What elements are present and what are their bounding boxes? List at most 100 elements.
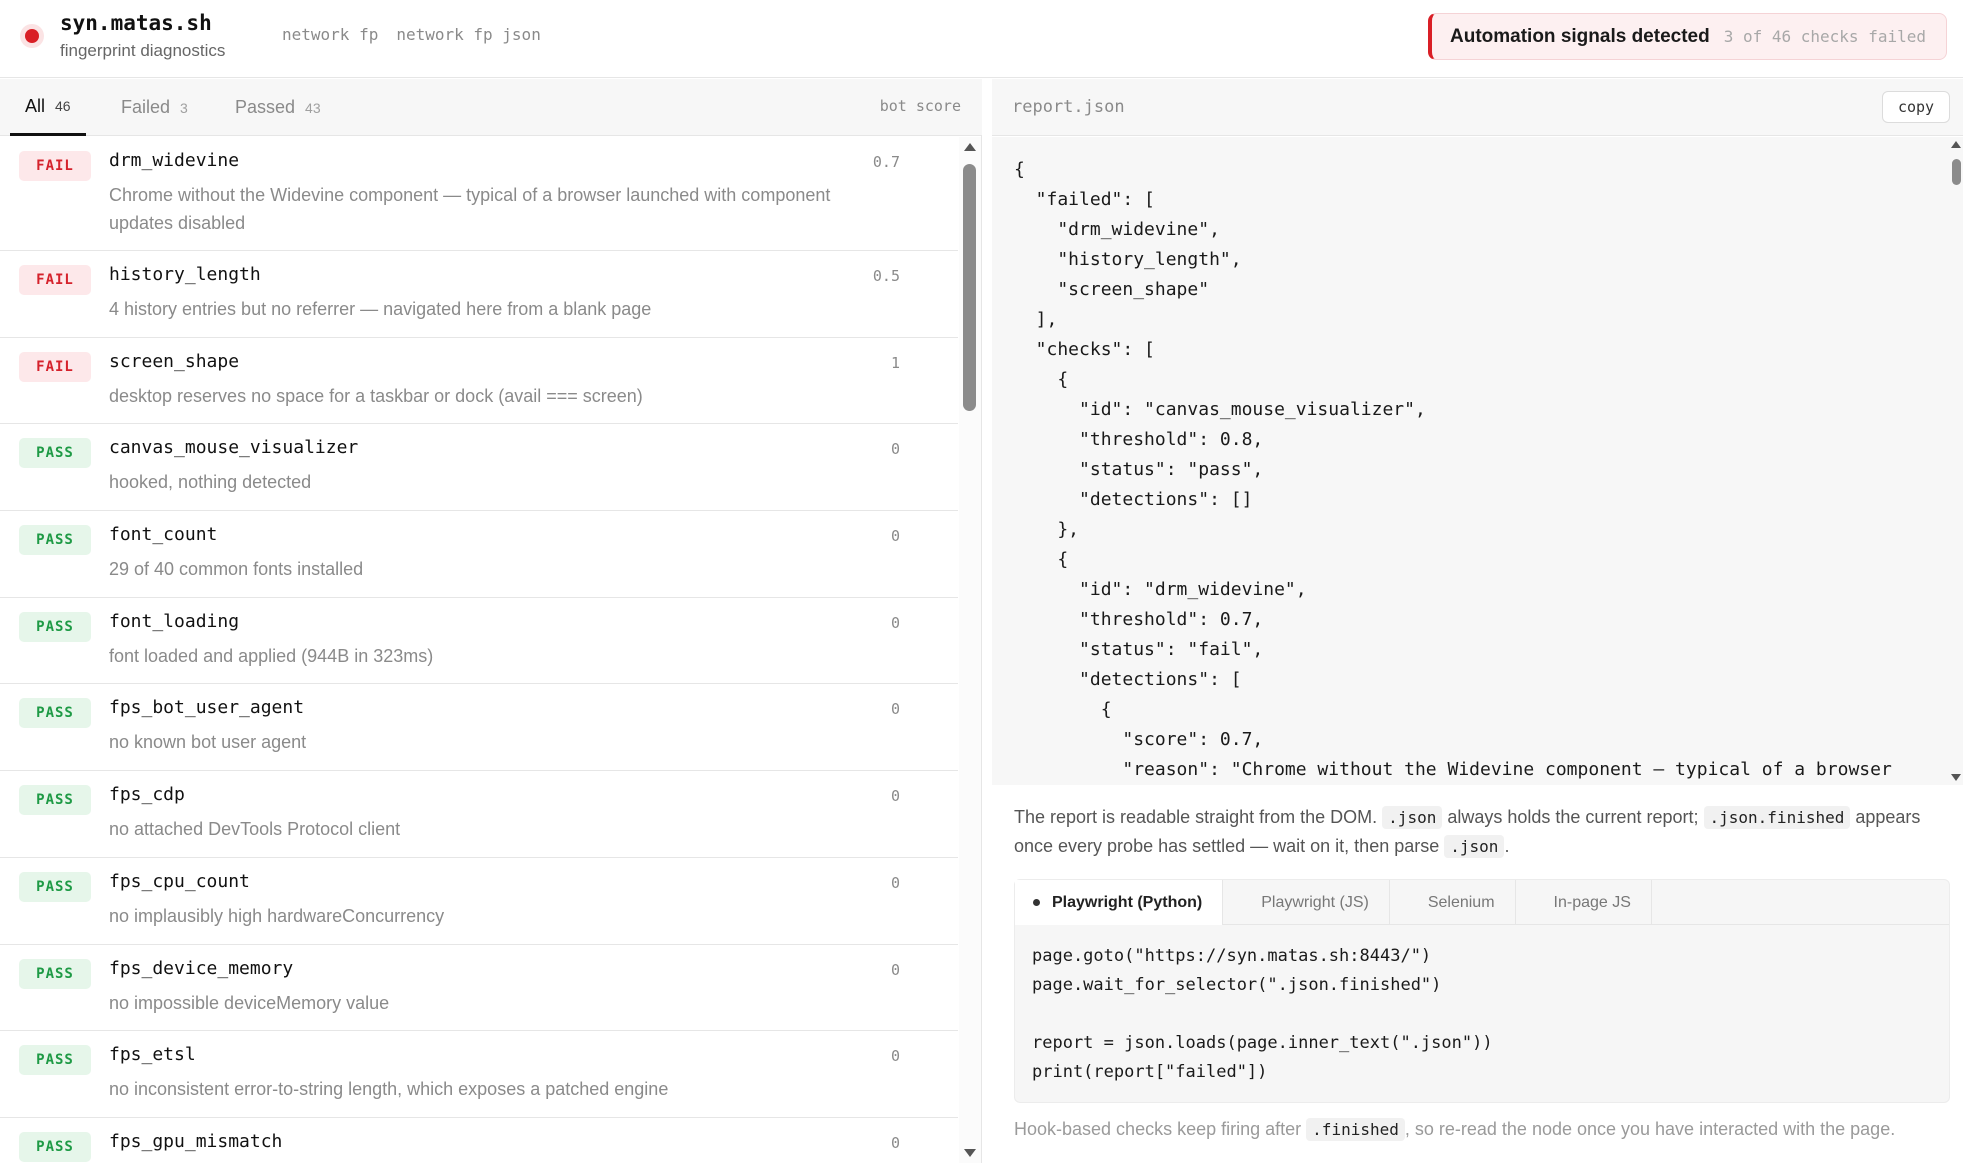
inline-code: .json [1382, 806, 1443, 829]
top-header: syn.matas.sh fingerprint diagnostics net… [0, 0, 1963, 78]
status-badge: PASS [19, 698, 91, 729]
site-title: syn.matas.sh [60, 11, 212, 35]
report-scrollbar[interactable] [1949, 137, 1963, 785]
filter-tabs: All 46 Failed 3 Passed 43 bot score [0, 79, 982, 136]
check-row[interactable]: PASS canvas_mouse_visualizer hooked, not… [0, 424, 958, 512]
tab-all-label: All [25, 95, 46, 116]
tab-passed-label: Passed [235, 97, 296, 117]
check-row[interactable]: PASS font_count 29 of 40 common fonts in… [0, 511, 958, 598]
report-json-viewer[interactable]: { "failed": [ "drm_widevine", "history_l… [992, 137, 1963, 785]
check-score: 0 [890, 700, 900, 719]
status-badge: PASS [19, 785, 91, 816]
status-badge: FAIL [19, 351, 91, 382]
checks-scrollbar[interactable] [959, 137, 981, 1163]
check-score: 0 [890, 613, 900, 632]
report-panel: report.json copy { "failed": [ "drm_wide… [992, 79, 1963, 1163]
info-text: The report is readable straight from the… [1014, 807, 1378, 827]
tab-all-count: 46 [55, 98, 71, 114]
bot-score-header: bot score [879, 97, 961, 115]
check-row[interactable]: PASS fps_gpu_mismatch 0 [0, 1118, 958, 1163]
inline-code: .finished [1306, 1118, 1405, 1141]
check-name: fps_device_memory [109, 957, 294, 979]
check-row[interactable]: PASS fps_cpu_count no implausibly high h… [0, 858, 958, 945]
check-description: hooked, nothing detected [109, 472, 312, 493]
nav-network-fp-json[interactable]: network fp json [396, 25, 541, 44]
check-name: fps_etsl [109, 1044, 196, 1066]
footnote: Hook-based checks keep firing after .fin… [1014, 1114, 1954, 1145]
check-score: 0 [890, 960, 900, 979]
tab-playwright-js[interactable]: Playwright (JS) [1223, 880, 1390, 925]
scroll-down-icon[interactable] [964, 1149, 976, 1157]
check-score: 0 [890, 440, 900, 459]
check-description: 4 history entries but no referrer — navi… [109, 299, 652, 319]
checks-list: FAIL drm_widevine Chrome without the Wid… [0, 137, 958, 1163]
scrollbar-thumb[interactable] [1952, 159, 1961, 185]
check-row[interactable]: PASS font_loading font loaded and applie… [0, 598, 958, 685]
code-example-card: Playwright (Python) Playwright (JS) Sele… [1014, 879, 1950, 1103]
tab-selenium[interactable]: Selenium [1390, 880, 1516, 925]
check-row[interactable]: PASS fps_bot_user_agent no known bot use… [0, 684, 958, 772]
check-row[interactable]: FAIL history_length 4 history entries bu… [0, 251, 958, 338]
status-badge: PASS [19, 611, 91, 642]
header-nav: network fp network fp json [282, 25, 541, 44]
check-name: history_length [109, 264, 261, 285]
check-description: font loaded and applied (944B in 323ms) [109, 645, 434, 666]
report-json-text: { "failed": [ "drm_widevine", "history_l… [1014, 159, 1892, 780]
check-description: no impossible deviceMemory value [109, 992, 390, 1013]
report-header: report.json copy [992, 79, 1963, 136]
check-score: 0 [890, 787, 900, 806]
check-score: 0 [890, 873, 900, 892]
check-description: no attached DevTools Protocol client [109, 819, 401, 840]
status-dot-icon [25, 29, 39, 43]
code-snippet: page.goto("https://syn.matas.sh:8443/") … [1032, 946, 1493, 1082]
check-row[interactable]: PASS fps_device_memory no impossible dev… [0, 945, 958, 1032]
check-score: 1 [890, 353, 900, 372]
check-name: font_count [109, 524, 218, 546]
report-info-text: The report is readable straight from the… [1014, 803, 1944, 861]
report-filename: report.json [1012, 97, 1125, 117]
tab-passed[interactable]: Passed 43 [235, 79, 321, 136]
scroll-up-icon[interactable] [1951, 141, 1961, 148]
status-badge: PASS [19, 1045, 91, 1076]
scrollbar-thumb[interactable] [963, 164, 976, 411]
tab-in-page-js[interactable]: In-page JS [1516, 880, 1652, 925]
footnote-text: , so re-read the node once you have inte… [1404, 1119, 1896, 1139]
nav-network-fp[interactable]: network fp [282, 25, 378, 44]
check-description: 29 of 40 common fonts installed [109, 559, 364, 580]
check-row[interactable]: FAIL drm_widevine Chrome without the Wid… [0, 137, 958, 251]
tab-playwright-python[interactable]: Playwright (Python) [1015, 880, 1224, 925]
check-description: no known bot user agent [109, 732, 307, 753]
tab-failed[interactable]: Failed 3 [121, 79, 188, 136]
tab-failed-count: 3 [180, 99, 188, 116]
scroll-up-icon[interactable] [964, 143, 976, 151]
check-name: fps_gpu_mismatch [109, 1130, 283, 1152]
info-text: always holds the current report; [1447, 807, 1699, 827]
check-score: 0.5 [872, 267, 900, 285]
tab-passed-count: 43 [305, 99, 321, 116]
status-badge: FAIL [19, 265, 91, 295]
scroll-down-icon[interactable] [1951, 774, 1961, 781]
check-description: desktop reserves no space for a taskbar … [109, 385, 643, 406]
check-name: screen_shape [109, 350, 240, 372]
alert-title: Automation signals detected [1450, 25, 1710, 47]
code-tabs: Playwright (Python) Playwright (JS) Sele… [1015, 880, 1949, 925]
status-badge: FAIL [19, 151, 91, 181]
check-row[interactable]: FAIL screen_shape desktop reserves no sp… [0, 338, 958, 425]
status-badge: PASS [19, 871, 91, 902]
check-description: no implausibly high hardwareConcurrency [109, 905, 445, 926]
footnote-text: Hook-based checks keep firing after [1014, 1119, 1302, 1139]
automation-alert: Automation signals detected 3 of 46 chec… [1428, 13, 1947, 60]
info-text: . [1504, 836, 1510, 856]
check-name: canvas_mouse_visualizer [109, 437, 359, 459]
tab-all[interactable]: All 46 [10, 79, 86, 136]
status-badge: PASS [19, 438, 91, 469]
check-description: Chrome without the Widevine component — … [109, 185, 831, 233]
copy-button[interactable]: copy [1882, 91, 1950, 123]
check-score: 0 [890, 1133, 900, 1152]
check-row[interactable]: PASS fps_cdp no attached DevTools Protoc… [0, 771, 958, 858]
tab-failed-label: Failed [121, 97, 171, 117]
status-badge: PASS [19, 1131, 91, 1162]
check-row[interactable]: PASS fps_etsl no inconsistent error-to-s… [0, 1031, 958, 1118]
status-badge: PASS [19, 958, 91, 989]
check-score: 0 [890, 1047, 900, 1066]
